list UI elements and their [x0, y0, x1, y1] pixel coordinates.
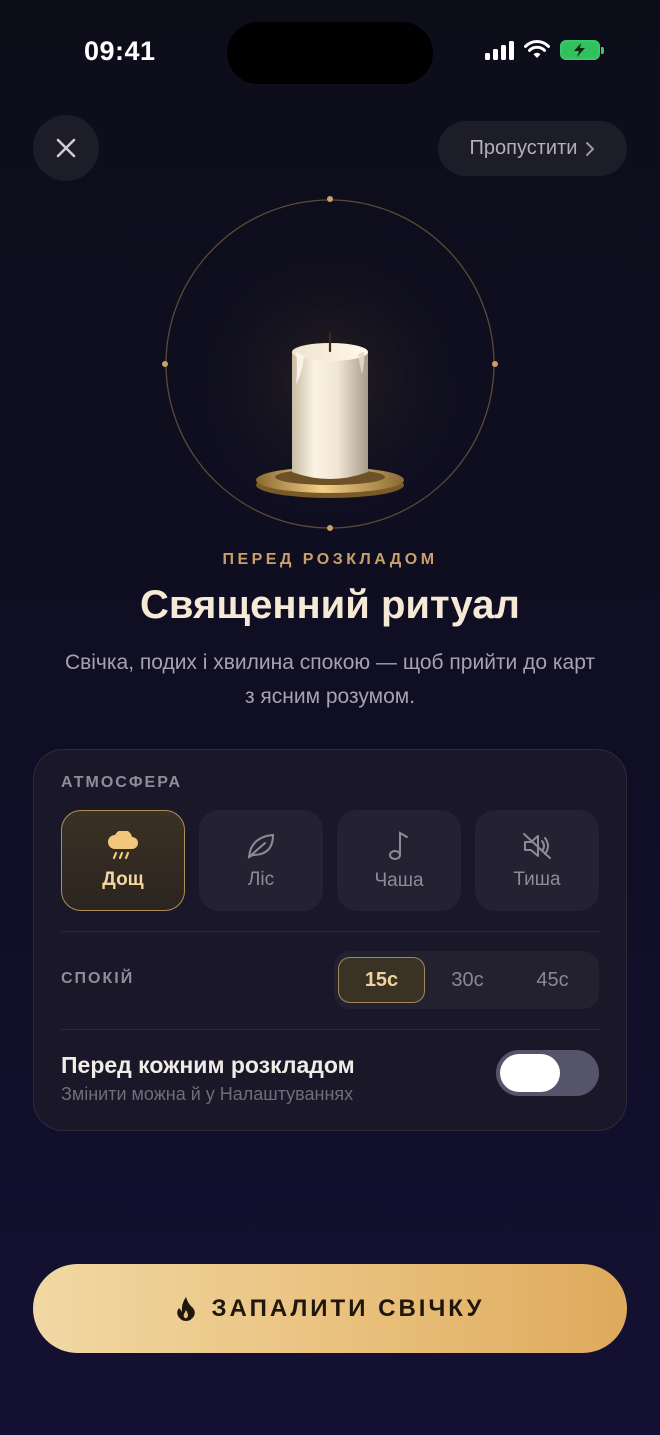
- atmosphere-label: АТМОСФЕРА: [61, 774, 183, 791]
- cellular-signal-icon: [485, 40, 514, 60]
- close-button[interactable]: [33, 115, 99, 181]
- status-icons: [485, 40, 604, 60]
- page-title: Священний ритуал: [140, 583, 520, 627]
- toggle-knob: [500, 1054, 560, 1092]
- eyebrow: ПЕРЕД РОЗКЛАДОМ: [222, 551, 438, 568]
- status-time: 09:41: [84, 36, 156, 66]
- atmosphere-label-silence: Тиша: [513, 868, 561, 890]
- wifi-icon: [524, 40, 550, 58]
- flame-icon: [176, 1296, 195, 1321]
- ring-dot-right: [492, 361, 498, 367]
- battery-charging-icon: [560, 40, 604, 60]
- atmosphere-label-forest: Ліс: [247, 868, 275, 890]
- calm-option-15s[interactable]: 15с: [338, 957, 425, 1003]
- divider: [61, 931, 601, 932]
- mute-icon: [523, 832, 551, 859]
- calm-label: СПОКІЙ: [61, 970, 135, 987]
- chevron-right-icon: [586, 141, 595, 156]
- atmosphere-options: Дощ Ліс Чаша Тиша: [61, 810, 599, 911]
- atmosphere-option-silence[interactable]: Тиша: [475, 810, 599, 911]
- close-icon: [56, 138, 76, 158]
- light-candle-label: ЗАПАЛИТИ СВІЧКУ: [211, 1294, 485, 1322]
- skip-button[interactable]: Пропустити: [438, 121, 627, 176]
- calm-option-45s[interactable]: 45с: [510, 957, 595, 1003]
- leaf-icon: [247, 833, 275, 859]
- atmosphere-option-bowl[interactable]: Чаша: [337, 810, 461, 911]
- rain-cloud-icon: [108, 830, 138, 859]
- light-candle-button[interactable]: ЗАПАЛИТИ СВІЧКУ: [33, 1264, 627, 1353]
- candle-illustration: [162, 196, 498, 532]
- calm-duration-segmented-control: 15с 30с 45с: [334, 951, 599, 1009]
- ring-dot-bottom: [327, 525, 333, 531]
- before-each-spread-toggle[interactable]: [496, 1050, 599, 1096]
- before-each-spread-title: Перед кожним розкладом: [61, 1052, 355, 1078]
- ring-dot-top: [327, 196, 333, 202]
- divider: [61, 1029, 601, 1030]
- atmosphere-option-forest[interactable]: Ліс: [199, 810, 323, 911]
- page-subtitle: Свічка, подих і хвилина спокою — щоб при…: [64, 651, 596, 708]
- atmosphere-option-rain[interactable]: Дощ: [61, 810, 185, 911]
- atmosphere-label-rain: Дощ: [102, 868, 144, 890]
- music-note-icon: [389, 830, 408, 860]
- before-each-spread-subtitle: Змінити можна й у Налаштуваннях: [61, 1084, 354, 1104]
- dynamic-island: [227, 22, 433, 84]
- calm-option-30s[interactable]: 30с: [425, 957, 510, 1003]
- atmosphere-label-bowl: Чаша: [374, 869, 424, 891]
- skip-label: Пропустити: [469, 137, 578, 159]
- ring-dot-left: [162, 361, 168, 367]
